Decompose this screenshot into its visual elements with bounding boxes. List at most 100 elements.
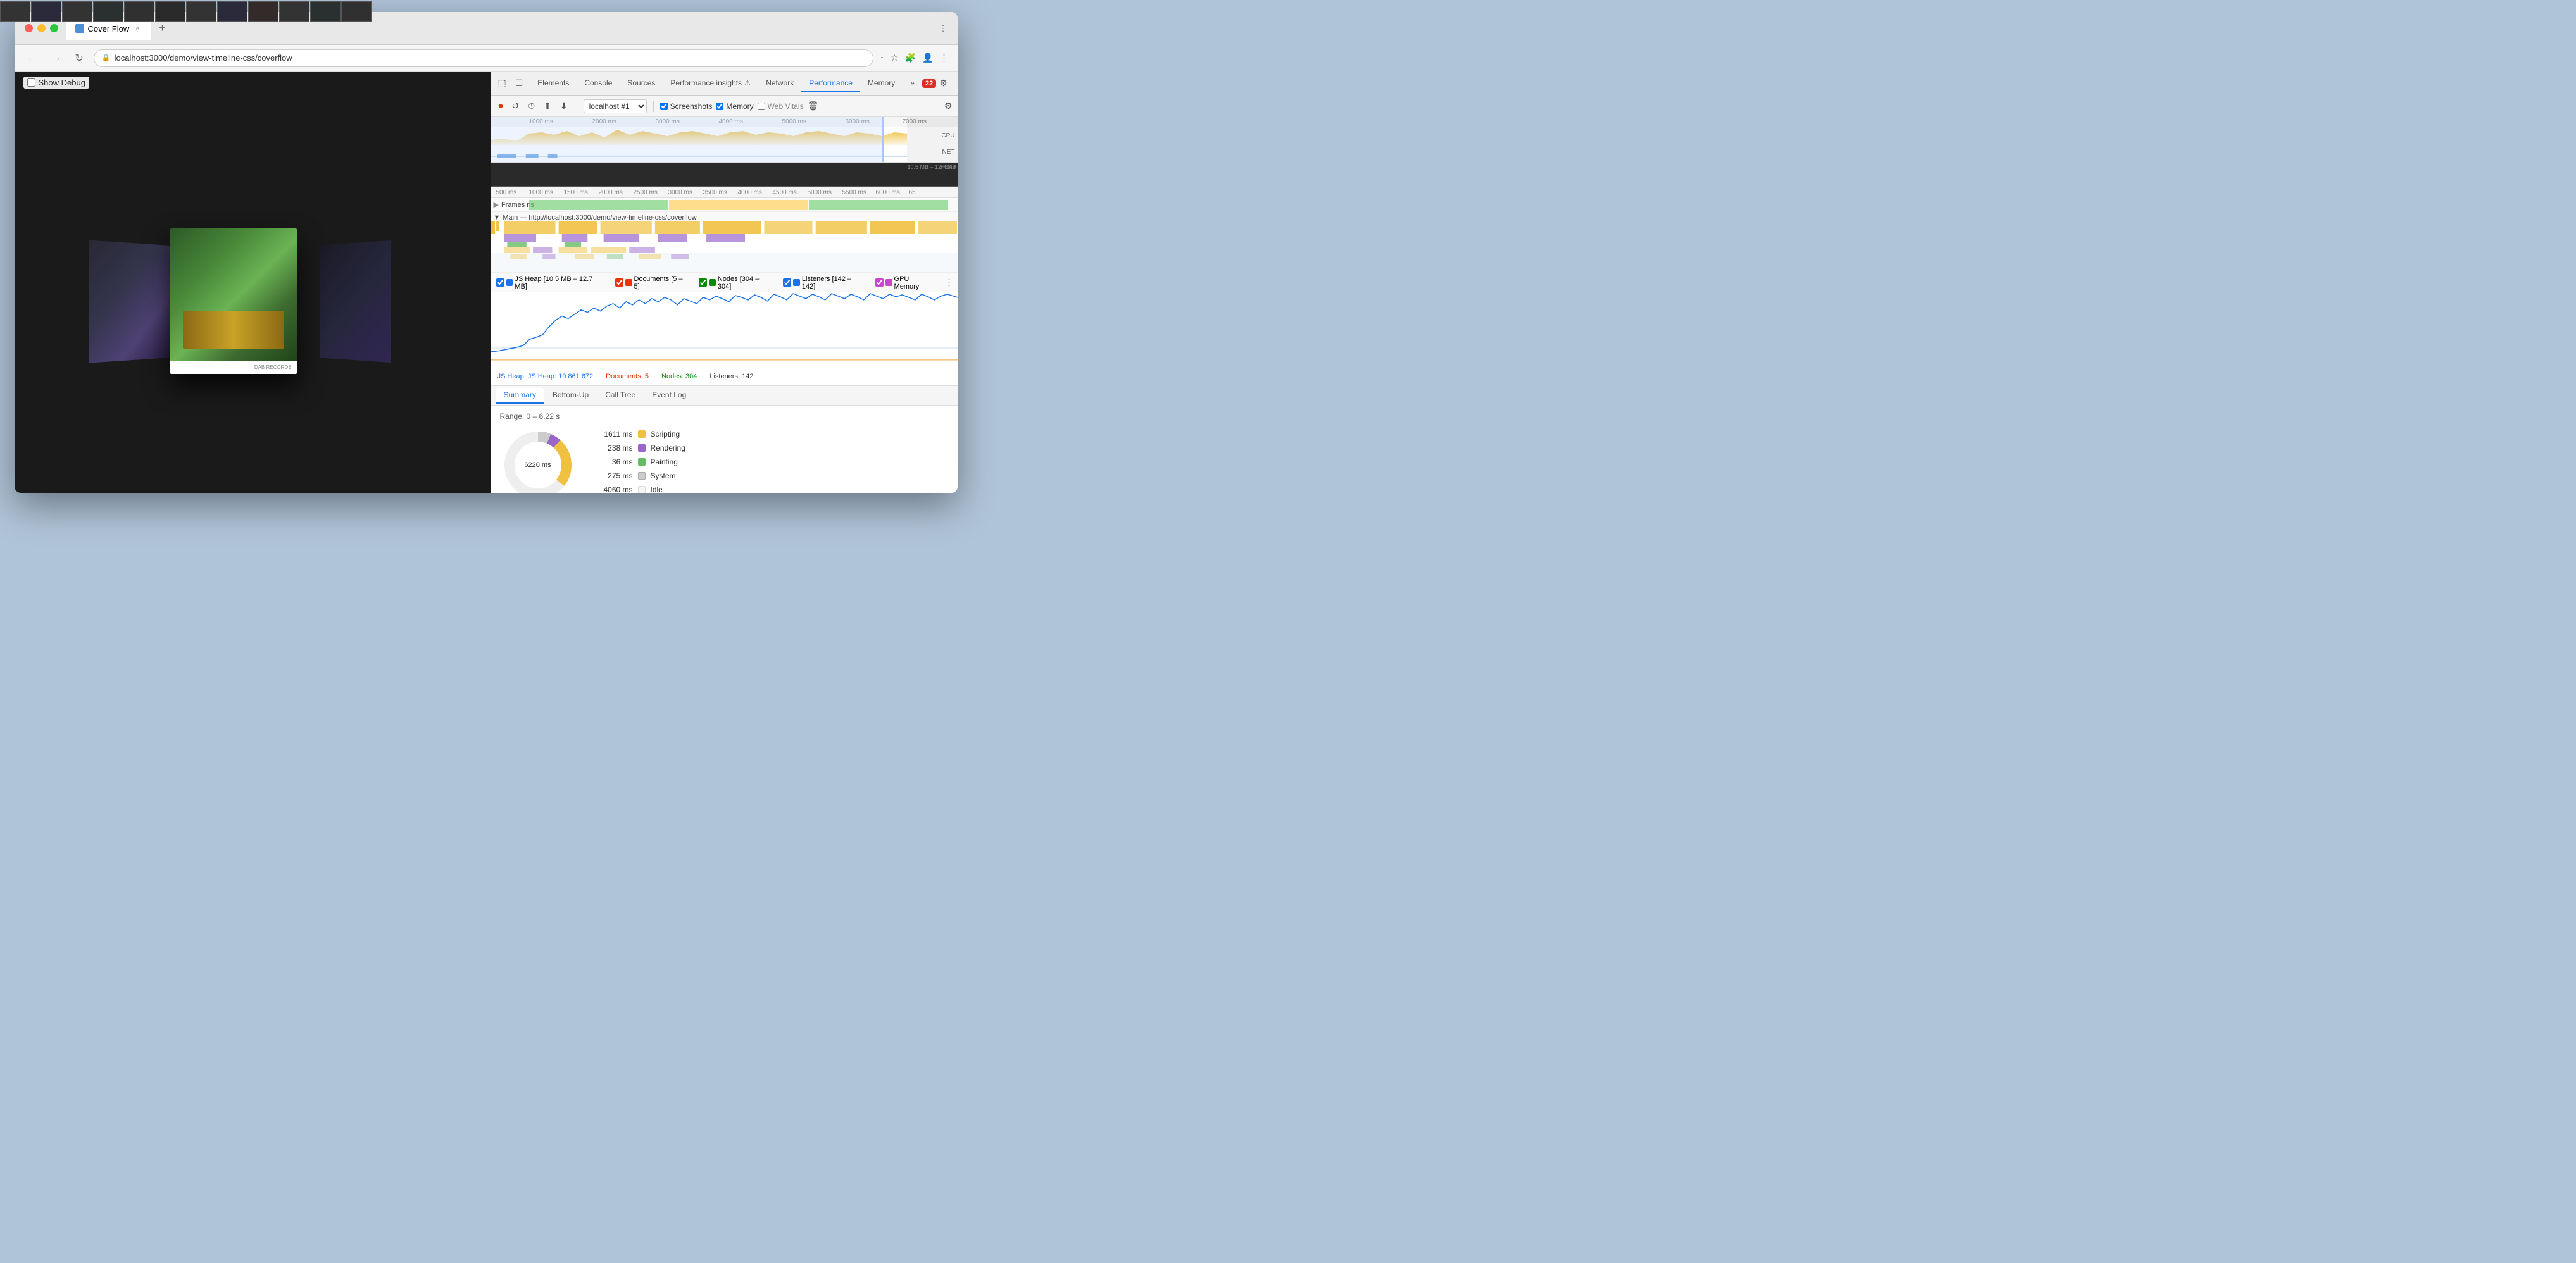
clear-btn[interactable]: 🗑: [808, 101, 819, 111]
show-debug-checkbox[interactable]: [27, 78, 35, 87]
nodes-checkbox[interactable]: Nodes [304 – 304]: [699, 275, 774, 290]
reload-button[interactable]: ↻: [72, 49, 87, 67]
forward-button[interactable]: →: [47, 50, 65, 66]
web-vitals-checkbox-group[interactable]: Web Vitals: [758, 102, 804, 111]
page-content: Show Debug DAB RECORDS: [15, 72, 491, 493]
address-bar[interactable]: 🔒 localhost:3000/demo/view-timeline-css/…: [94, 49, 873, 67]
js-heap-color: [506, 279, 513, 286]
painting-color: [638, 458, 646, 466]
m-3000: 3000 ms: [668, 189, 692, 196]
m-5500: 5500 ms: [842, 189, 866, 196]
rendering-row: 238 ms Rendering: [589, 441, 949, 455]
tab-performance[interactable]: Performance: [801, 75, 860, 92]
inspect-icon[interactable]: ⬚: [495, 76, 510, 90]
idle-row: 4060 ms Idle: [589, 483, 949, 494]
m-6000: 6000 ms: [876, 189, 900, 196]
browser-window: Cover Flow × + ⋮ ← → ↻ 🔒 localhost:3000/…: [15, 12, 958, 493]
memory-scrollbar-icon[interactable]: ⋮: [945, 277, 953, 288]
tab-more[interactable]: »: [903, 75, 922, 92]
m-3500: 3500 ms: [703, 189, 727, 196]
toolbar-separator2: [653, 101, 654, 112]
documents-checkbox[interactable]: Documents [5 – 5]: [615, 275, 690, 290]
listeners-color: [793, 279, 800, 286]
reload-record-btn[interactable]: ↺: [510, 99, 522, 113]
system-label: System: [651, 471, 676, 480]
tab-console[interactable]: Console: [577, 75, 620, 92]
donut-center-label: 6220 ms: [524, 461, 551, 469]
tab-event-log[interactable]: Event Log: [644, 387, 694, 404]
memory-perf-checkbox[interactable]: [716, 103, 723, 110]
tab-summary[interactable]: Summary: [496, 387, 544, 404]
back-button[interactable]: ←: [23, 50, 41, 66]
record-btn[interactable]: ⏺: [496, 99, 506, 113]
m-500: 500 ms: [496, 189, 517, 196]
bookmark-icon[interactable]: ☆: [891, 53, 899, 63]
tab-bottom-up[interactable]: Bottom-Up: [545, 387, 596, 404]
main-timeline: 500 ms 1000 ms 1500 ms 2000 ms 2500 ms 3…: [491, 187, 958, 273]
tab-sources[interactable]: Sources: [620, 75, 663, 92]
listeners-label: Listeners [142 – 142]: [802, 275, 866, 290]
cover-image-center: DAB RECORDS: [170, 228, 297, 374]
painting-label: Painting: [651, 457, 678, 466]
js-heap-checkbox[interactable]: JS Heap [10.5 MB – 12.7 MB]: [496, 275, 606, 290]
extensions-icon[interactable]: 🧩: [905, 53, 916, 63]
url-text: localhost:3000/demo/view-timeline-css/co…: [115, 53, 292, 63]
memory-perf-label: Memory: [726, 102, 753, 111]
m-1500: 1500 ms: [564, 189, 588, 196]
traffic-lights: [25, 24, 58, 32]
unselected-overlay: [907, 117, 958, 162]
tab-memory[interactable]: Memory: [860, 75, 903, 92]
devtools-more-btn[interactable]: ⋮: [951, 76, 958, 90]
share-icon[interactable]: ↑: [880, 53, 884, 63]
screenshots-checkbox-group[interactable]: Screenshots: [660, 102, 713, 111]
m-2000: 2000 ms: [599, 189, 623, 196]
timeline-overview[interactable]: 1000 ms 2000 ms 3000 ms 4000 ms 5000 ms …: [491, 117, 958, 163]
maximize-traffic-light[interactable]: [50, 24, 58, 32]
js-heap-stat: JS Heap: JS Heap: 10 861 672: [497, 373, 594, 380]
devtools-settings-btn[interactable]: ⚙: [936, 76, 951, 90]
frames-bar-area: [529, 200, 949, 210]
tab-elements[interactable]: Elements: [530, 75, 577, 92]
timer-btn[interactable]: ⏱: [525, 99, 537, 113]
browser-settings-icon[interactable]: ⋮: [939, 23, 947, 34]
documents-label: Documents [5 – 5]: [634, 275, 690, 290]
m-5000: 5000 ms: [808, 189, 832, 196]
minimize-traffic-light[interactable]: [37, 24, 46, 32]
listeners-checkbox[interactable]: Listeners [142 – 142]: [783, 275, 866, 290]
memory-checkbox-group[interactable]: Memory: [716, 102, 753, 111]
tab-close-button[interactable]: ×: [133, 24, 142, 33]
frame-bar: [669, 200, 808, 210]
nodes-label: Nodes [304 – 304]: [718, 275, 774, 290]
device-icon[interactable]: ☐: [512, 76, 527, 90]
tab-call-tree[interactable]: Call Tree: [597, 387, 643, 404]
js-heap-label: JS Heap [10.5 MB – 12.7 MB]: [515, 275, 606, 290]
main-thread-header: ▼ Main — http://localhost:3000/demo/view…: [491, 212, 958, 221]
system-row: 275 ms System: [589, 469, 949, 483]
summary-content: 6220 ms 1611 ms Scripting 238 ms: [500, 427, 949, 494]
show-debug-label[interactable]: Show Debug: [23, 77, 89, 89]
menu-icon[interactable]: ⋮: [940, 53, 949, 63]
frames-track: ▶ Frames ns: [491, 198, 958, 212]
system-color: [638, 472, 646, 480]
selection-overlay: [491, 117, 884, 162]
tab-network[interactable]: Network: [758, 75, 801, 92]
download-btn[interactable]: ⬇: [558, 99, 570, 113]
gpu-memory-label: GPU Memory: [894, 275, 936, 290]
m-2500: 2500 ms: [634, 189, 658, 196]
screenshots-checkbox[interactable]: [660, 103, 668, 110]
web-vitals-checkbox[interactable]: [758, 103, 765, 110]
tab-performance-insights[interactable]: Performance insights ⚠: [663, 75, 758, 92]
scripting-time: 1611 ms: [589, 430, 633, 439]
gpu-memory-checkbox[interactable]: GPU Memory: [875, 275, 936, 290]
coverflow-area: DAB RECORDS: [15, 109, 491, 493]
idle-time: 4060 ms: [589, 485, 633, 494]
main-thread-bars: [491, 221, 958, 272]
perf-settings-btn[interactable]: ⚙: [944, 101, 953, 111]
profile-select[interactable]: localhost #1: [584, 99, 647, 113]
close-traffic-light[interactable]: [25, 24, 33, 32]
navigation-bar: ← → ↻ 🔒 localhost:3000/demo/view-timelin…: [15, 45, 958, 72]
cover-right: [320, 240, 391, 363]
upload-btn[interactable]: ⬆: [541, 99, 554, 113]
idle-label: Idle: [651, 485, 663, 494]
profile-icon[interactable]: 👤: [922, 53, 933, 63]
